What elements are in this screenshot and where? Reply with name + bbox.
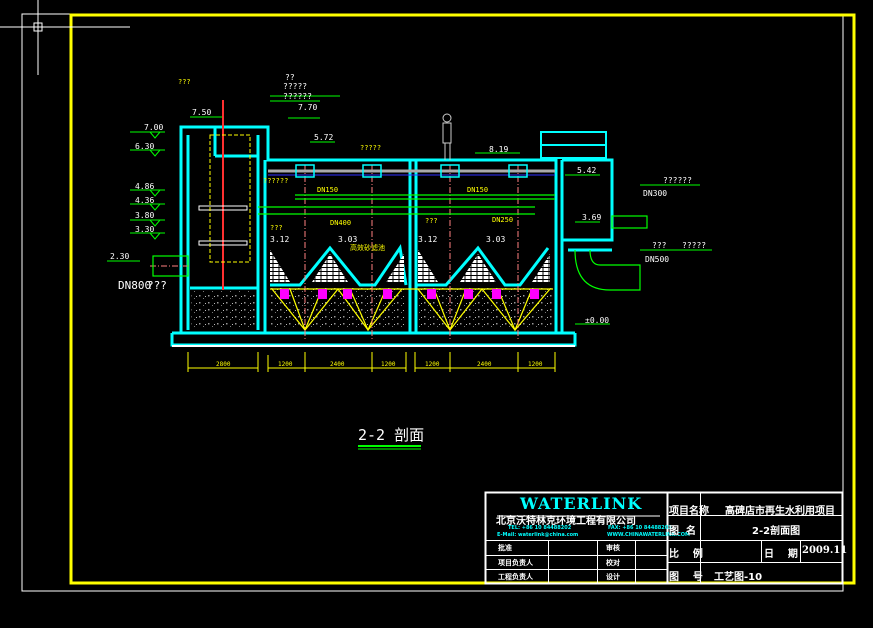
date-value: 2009.11	[802, 545, 848, 556]
elev-label: 3.03	[486, 235, 505, 244]
sign-label: 项目负责人	[498, 559, 533, 567]
note-label: ??????	[663, 176, 692, 185]
annotation-labels: ??? ????? ?????? DN150 DN400 DN150 DN250…	[178, 78, 513, 252]
media-label: 高效砂滤池	[350, 243, 385, 252]
elev-label: 4.36	[135, 196, 154, 205]
dimension-line	[187, 352, 556, 372]
drawing-number-label: 图 号	[669, 572, 703, 583]
person-figure-icon	[442, 113, 452, 160]
sign-label: 批准	[498, 544, 512, 552]
elev-label: 3.12	[418, 235, 437, 244]
sign-label: 工程负责人	[498, 573, 533, 581]
note-label: ?????	[360, 144, 381, 152]
elev-label: 7.00	[144, 123, 163, 132]
dim-label: 2400	[477, 361, 492, 368]
pipe-label: DN150	[467, 186, 488, 194]
elev-label: 7.50	[192, 108, 211, 117]
pipe-label: DN400	[330, 219, 351, 227]
cursor-crosshair	[0, 0, 130, 75]
elev-label: ±0.00	[585, 316, 609, 325]
note-label: ?????	[682, 241, 706, 250]
dimension-labels: 2800 1200 2400 1200 1200 2400 1200	[216, 361, 543, 368]
elev-label: 3.80	[135, 211, 154, 220]
elev-label: 3.03	[338, 235, 357, 244]
pipe-label: DN300	[643, 189, 667, 198]
elev-label: 3.69	[582, 213, 601, 222]
elev-label: 8.19	[489, 145, 508, 154]
date-label: 日 期	[764, 549, 798, 560]
pipe-label: DN250	[492, 216, 513, 224]
note-label: ??????	[263, 177, 288, 185]
sign-label: 审核	[606, 544, 620, 552]
company-email: E-Mail: waterlink@china.com	[497, 532, 579, 538]
note-label: ??????	[283, 92, 312, 101]
drawing-name-label: 图 名	[669, 526, 696, 537]
drawing-number-value: 工艺图-10	[714, 572, 763, 583]
dim-label: 2800	[216, 361, 231, 368]
gravel-fill-left	[191, 290, 258, 330]
note-label: ??	[285, 73, 295, 82]
cad-canvas: 2800 1200 2400 1200 1200 2400 1200 7.00 …	[0, 0, 856, 592]
elev-label: 3.12	[270, 235, 289, 244]
pipe-label: DN150	[317, 186, 338, 194]
dim-label: 1200	[381, 361, 396, 368]
section-title: 2-2 剖面	[358, 426, 424, 444]
dim-label: 2400	[330, 361, 345, 368]
pipe-label: DN500	[645, 255, 669, 264]
note-label: ???	[425, 217, 438, 225]
elev-label: 6.30	[135, 142, 154, 151]
company-tel: TEL: +86 10 84488202	[508, 525, 572, 531]
scale-label: 比 例	[669, 549, 703, 560]
note-label: ???	[178, 78, 191, 86]
railing	[540, 131, 607, 159]
dim-label: 1200	[278, 361, 293, 368]
note-label: ???	[270, 224, 283, 232]
sign-label: 校对	[606, 559, 620, 567]
note-label: ???	[147, 279, 167, 292]
elev-label: 2.30	[110, 252, 129, 261]
company-fax: FAX: +86 10 84488203	[608, 525, 672, 531]
dim-label: 1200	[528, 361, 543, 368]
dim-label: 1200	[425, 361, 440, 368]
project-label: 项目名称	[669, 506, 709, 517]
elev-label: 5.72	[314, 133, 333, 142]
note-label: ???	[652, 241, 667, 250]
company-logo: WATERLINK	[520, 494, 643, 513]
elev-label: 4.86	[135, 182, 154, 191]
elev-label: 7.70	[298, 103, 317, 112]
note-label: ?????	[283, 82, 307, 91]
elev-label: 3.30	[135, 225, 154, 234]
elev-label: 5.42	[577, 166, 596, 175]
drawing-name-value: 2-2剖面图	[752, 526, 801, 537]
project-value: 高碑店市再生水利用项目	[725, 506, 835, 517]
sign-label: 设计	[606, 573, 620, 581]
